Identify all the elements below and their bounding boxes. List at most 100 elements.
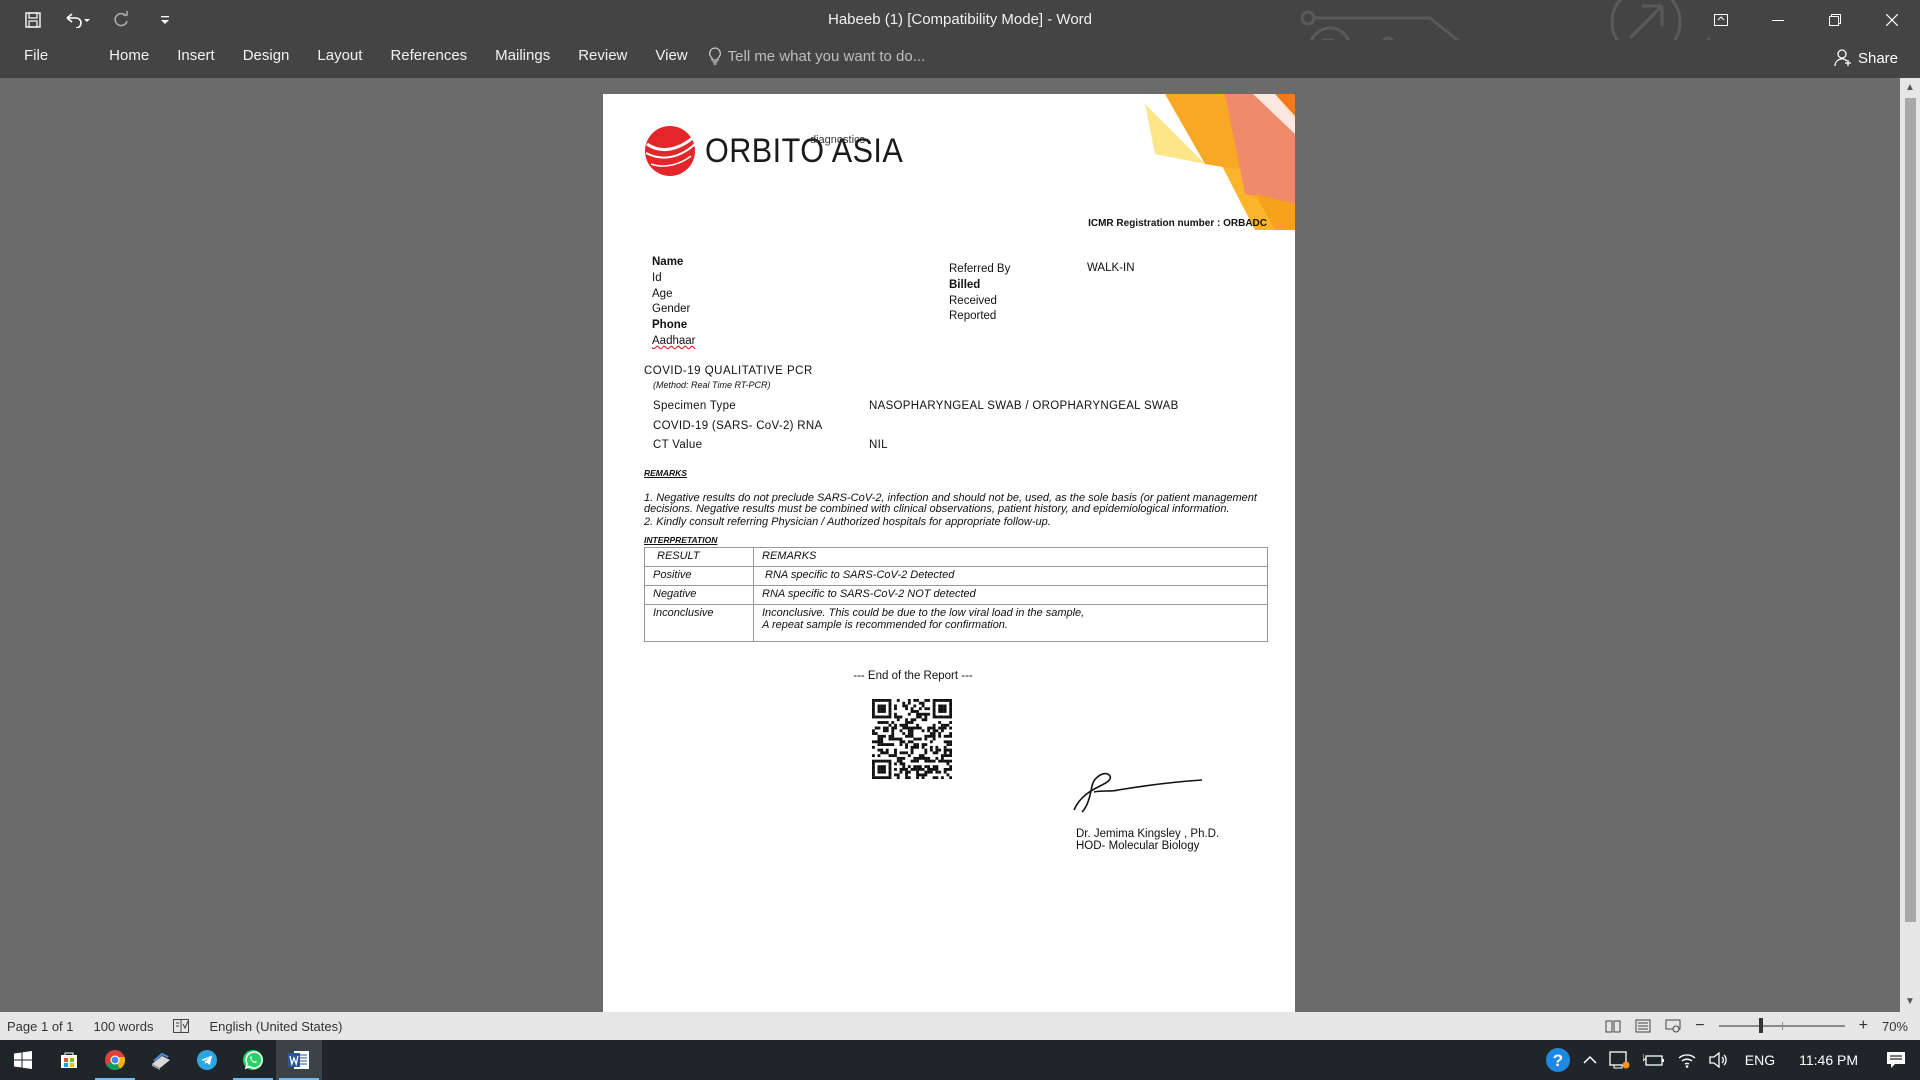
qr-module [916, 765, 919, 769]
wifi-icon[interactable] [1671, 1040, 1703, 1080]
qr-module [918, 726, 922, 730]
start-icon[interactable] [0, 1040, 46, 1080]
qr-module [894, 704, 897, 708]
qr-module [916, 712, 919, 716]
telegram-icon[interactable] [184, 1040, 230, 1080]
close-icon[interactable] [1863, 0, 1920, 40]
table-cell: Inconclusive. This could be due to the l… [753, 604, 1268, 642]
qr-module [902, 767, 906, 771]
save-icon[interactable] [18, 6, 48, 34]
qr-module [899, 770, 903, 774]
end-of-report: --- End of the Report --- [853, 670, 973, 682]
vertical-scrollbar[interactable]: ▲ ▼ [1900, 78, 1920, 1012]
qr-module [880, 737, 884, 741]
tell-me-placeholder: Tell me what you want to do... [727, 47, 926, 65]
security-status-icon[interactable] [1603, 1040, 1637, 1080]
tab-review[interactable]: Review [564, 40, 641, 78]
volume-icon[interactable] [1703, 1040, 1735, 1080]
qr-module [894, 712, 897, 716]
file-explorer-icon[interactable] [138, 1040, 184, 1080]
tell-me-search[interactable]: Tell me what you want to do... [708, 40, 926, 78]
ribbon: File Home Insert Design Layout Reference… [0, 40, 1920, 78]
share-button[interactable]: Share [1830, 44, 1902, 72]
tab-mailings[interactable]: Mailings [481, 40, 564, 78]
word-icon[interactable] [276, 1040, 322, 1080]
qr-module [935, 756, 939, 760]
print-layout-icon[interactable] [1635, 1019, 1651, 1033]
qr-module [935, 729, 939, 733]
remark-1: 1. Negative results do not preclude SARS… [644, 492, 1257, 515]
qr-module [935, 751, 939, 755]
qr-module [872, 710, 875, 713]
page-count[interactable]: Page 1 of 1 [7, 1019, 74, 1034]
qr-module [910, 732, 914, 735]
minimize-icon[interactable] [1749, 0, 1806, 40]
store-icon[interactable] [46, 1040, 92, 1080]
qr-module [918, 712, 922, 716]
table-row: Inconclusive Inconclusive. This could be… [644, 604, 1268, 642]
qr-module [940, 776, 944, 779]
restore-icon[interactable] [1806, 0, 1863, 40]
tab-layout[interactable]: Layout [303, 40, 376, 78]
ribbon-display-options-icon[interactable] [1692, 0, 1749, 40]
field-aadhaar: Aadhaar [652, 334, 696, 347]
qr-module [885, 759, 889, 763]
qr-module [916, 776, 919, 779]
table-cell: Negative [644, 585, 754, 605]
zoom-thumb[interactable] [1758, 1018, 1763, 1033]
scroll-up-icon[interactable]: ▲ [1904, 82, 1916, 94]
tab-references[interactable]: References [376, 40, 481, 78]
document-page[interactable]: ORBITO ASIA diagnostics ICMR Registratio… [603, 94, 1295, 1012]
zoom-in-icon[interactable]: + [1859, 1017, 1868, 1035]
qr-module [943, 751, 947, 755]
qr-module [872, 745, 875, 749]
qr-module [913, 710, 917, 713]
qr-module [877, 770, 881, 774]
qr-module [872, 776, 875, 779]
qr-module [921, 773, 925, 777]
qr-module [905, 707, 908, 711]
qr-module [899, 729, 903, 733]
battery-icon[interactable] [1637, 1040, 1671, 1080]
qr-module [943, 704, 947, 708]
qr-module [921, 767, 925, 771]
proofing-icon[interactable] [173, 1019, 190, 1033]
patient-fields: Name Id Age Gender Phone Aadhaar [652, 255, 695, 350]
qr-module [905, 743, 908, 746]
qr-module [927, 729, 931, 733]
qr-module [891, 734, 895, 738]
customize-icon[interactable] [150, 6, 180, 34]
qr-module [943, 770, 947, 774]
zoom-slider[interactable] [1718, 1018, 1845, 1033]
zoom-out-icon[interactable]: − [1695, 1017, 1704, 1035]
clock[interactable]: 11:46 PM [1785, 1040, 1872, 1080]
tab-file[interactable]: File [0, 40, 73, 78]
language[interactable]: English (United States) [209, 1019, 342, 1034]
web-layout-icon[interactable] [1665, 1019, 1681, 1033]
whatsapp-icon[interactable] [230, 1040, 276, 1080]
qr-module [899, 737, 903, 741]
scroll-down-icon[interactable]: ▼ [1904, 996, 1916, 1008]
chevron-up-icon[interactable] [1577, 1040, 1603, 1080]
qr-module [883, 767, 886, 771]
qr-module [935, 745, 939, 749]
word-count[interactable]: 100 words [94, 1019, 154, 1034]
title-bar: Habeeb (1) [Compatibility Mode] - Word [0, 0, 1920, 78]
undo-icon[interactable] [62, 6, 92, 34]
qr-module [949, 734, 952, 738]
qr-module [883, 726, 886, 730]
zoom-level[interactable]: 70% [1882, 1019, 1908, 1034]
tab-home[interactable]: Home [95, 40, 163, 78]
qr-module [935, 770, 939, 774]
tab-insert[interactable]: Insert [163, 40, 229, 78]
tab-view[interactable]: View [641, 40, 701, 78]
tab-design[interactable]: Design [229, 40, 304, 78]
scroll-thumb[interactable] [1905, 98, 1916, 922]
read-mode-icon[interactable] [1605, 1019, 1621, 1033]
chrome-icon[interactable] [92, 1040, 138, 1080]
input-language[interactable]: ENG [1735, 1040, 1785, 1080]
repeat-icon[interactable] [106, 6, 136, 34]
notifications-icon[interactable] [1872, 1040, 1920, 1080]
qr-module [899, 756, 903, 760]
help-icon[interactable]: ? [1539, 1040, 1577, 1080]
